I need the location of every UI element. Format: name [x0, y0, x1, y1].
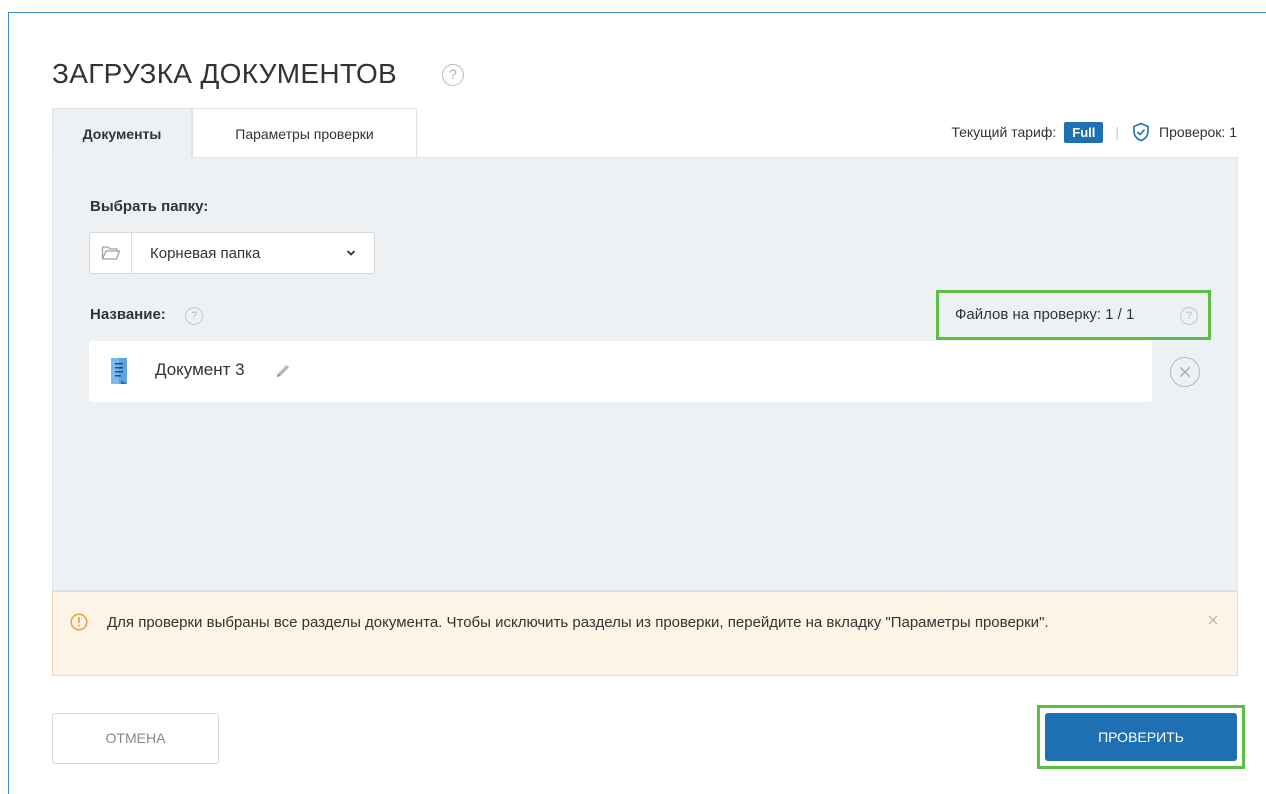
info-icon	[70, 613, 88, 631]
help-icon[interactable]: ?	[185, 307, 203, 325]
help-icon[interactable]: ?	[442, 64, 464, 86]
document-icon	[111, 358, 127, 384]
close-circle-icon[interactable]	[1170, 357, 1200, 387]
divider	[192, 157, 1238, 158]
tab-check-parameters[interactable]: Параметры проверки	[192, 108, 417, 158]
files-count: Файлов на проверку: 1 / 1	[955, 306, 1135, 323]
tariff-label: Текущий тариф:	[951, 124, 1057, 140]
shield-check-icon	[1133, 122, 1149, 142]
folder-icon	[101, 246, 120, 260]
check-button[interactable]: ПРОВЕРИТЬ	[1045, 713, 1237, 761]
tariff-badge: Full	[1064, 121, 1104, 143]
separator: |	[1115, 124, 1120, 140]
alert-text: Для проверки выбраны все разделы докумен…	[107, 614, 1049, 631]
tariff-info: Текущий тариф: Full | Проверок: 1	[951, 120, 1237, 144]
folder-selected-value: Корневая папка	[150, 244, 261, 262]
folder-select[interactable]: Корневая папка	[89, 232, 375, 274]
folder-icon-box	[90, 233, 132, 273]
help-icon[interactable]: ?	[1180, 307, 1198, 325]
tab-documents[interactable]: Документы	[52, 108, 192, 158]
list-item: Документ 3	[89, 341, 1152, 402]
close-icon[interactable]	[1205, 612, 1221, 628]
chevron-down-icon	[346, 250, 356, 256]
pencil-icon[interactable]	[274, 362, 292, 380]
cancel-button[interactable]: ОТМЕНА	[52, 713, 219, 764]
name-label: Название:	[90, 306, 166, 323]
document-name: Документ 3	[155, 360, 245, 379]
checks-count: Проверок: 1	[1159, 124, 1237, 140]
info-alert: Для проверки выбраны все разделы докумен…	[52, 591, 1238, 676]
page-title: ЗАГРУЗКА ДОКУМЕНТОВ	[52, 58, 398, 89]
folder-label: Выбрать папку:	[90, 198, 209, 215]
